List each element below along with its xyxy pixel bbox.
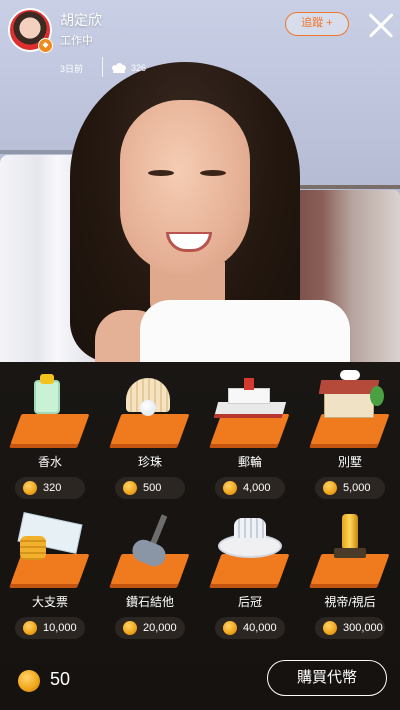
gift-price-value: 40,000 [243, 622, 277, 634]
host-name: 胡定欣 [60, 12, 102, 28]
gift-item-perfume[interactable]: 香水 320 [0, 362, 100, 502]
header-divider [102, 57, 103, 77]
gift-item-big-cheque[interactable]: 大支票 10,000 [0, 502, 100, 642]
coin-icon [123, 621, 137, 635]
gift-price: 4,000 [215, 477, 285, 499]
perfume-icon [10, 374, 90, 450]
gift-price: 5,000 [315, 477, 385, 499]
fire-badge-icon: ◆ [38, 38, 53, 53]
gift-price-value: 500 [143, 482, 162, 494]
close-icon[interactable] [364, 8, 398, 42]
coin-icon [23, 481, 37, 495]
gift-price: 40,000 [215, 617, 285, 639]
gift-price-value: 20,000 [143, 622, 177, 634]
gift-price: 20,000 [115, 617, 185, 639]
gift-name: 視帝/視后 [324, 595, 376, 609]
cruise-ship-icon [210, 374, 290, 450]
coin-balance: 50 [50, 669, 71, 689]
coin-icon [223, 621, 237, 635]
coin-balance-icon [18, 670, 40, 692]
gift-grid: 香水 320 珍珠 500 郵輪 4,000 別墅 5,000 大支票 10,0… [0, 362, 400, 642]
viewer-count-group: 326 [112, 62, 146, 74]
gift-price-value: 10,000 [43, 622, 77, 634]
gift-item-pearl[interactable]: 珍珠 500 [100, 362, 200, 502]
gift-item-trophy[interactable]: 視帝/視后 300,000 [300, 502, 400, 642]
gift-item-cruise-ship[interactable]: 郵輪 4,000 [200, 362, 300, 502]
gift-name: 珍珠 [137, 455, 162, 469]
gift-name: 別墅 [337, 455, 362, 469]
gift-item-villa[interactable]: 別墅 5,000 [300, 362, 400, 502]
crown-icon [210, 514, 290, 590]
diamond-guitar-icon [110, 514, 190, 590]
gift-name: 大支票 [31, 595, 68, 609]
follow-button[interactable]: 追蹤 + [285, 12, 349, 36]
gift-name: 香水 [37, 455, 62, 469]
viewer-count: 326 [131, 63, 147, 73]
pearl-icon [110, 374, 190, 450]
clothes-rack [290, 185, 400, 189]
stream-time-ago: 3日前 [60, 64, 84, 74]
gift-name: 鑽石結他 [125, 595, 174, 609]
gift-price-value: 5,000 [343, 482, 371, 494]
gift-price: 10,000 [15, 617, 85, 639]
host-status: 工作中 [60, 35, 93, 47]
coin-icon [23, 621, 37, 635]
gift-price: 300,000 [315, 617, 385, 639]
trophy-icon [310, 514, 390, 590]
gift-price-value: 4,000 [243, 482, 271, 494]
villa-icon [310, 370, 390, 450]
gift-price: 500 [115, 477, 185, 499]
gift-price-value: 300,000 [343, 622, 383, 634]
gift-item-diamond-guitar[interactable]: 鑽石結他 20,000 [100, 502, 200, 642]
gift-item-crown[interactable]: 后冠 40,000 [200, 502, 300, 642]
host-eye-left [148, 170, 174, 176]
coin-icon [323, 481, 337, 495]
big-cheque-icon [10, 512, 90, 590]
viewers-icon [112, 63, 126, 73]
buy-coins-button[interactable]: 購買代幣 [267, 660, 387, 696]
gift-name: 郵輪 [237, 455, 262, 469]
gift-panel: 香水 320 珍珠 500 郵輪 4,000 別墅 5,000 大支票 10,0… [0, 362, 400, 710]
gift-price: 320 [15, 477, 85, 499]
host-eye-right [200, 170, 226, 176]
gift-name: 后冠 [237, 595, 262, 609]
coin-icon [123, 481, 137, 495]
gift-price-value: 320 [43, 482, 62, 494]
host-white-top [140, 300, 350, 362]
coin-icon [223, 481, 237, 495]
coin-icon [323, 621, 337, 635]
live-video [0, 0, 400, 362]
